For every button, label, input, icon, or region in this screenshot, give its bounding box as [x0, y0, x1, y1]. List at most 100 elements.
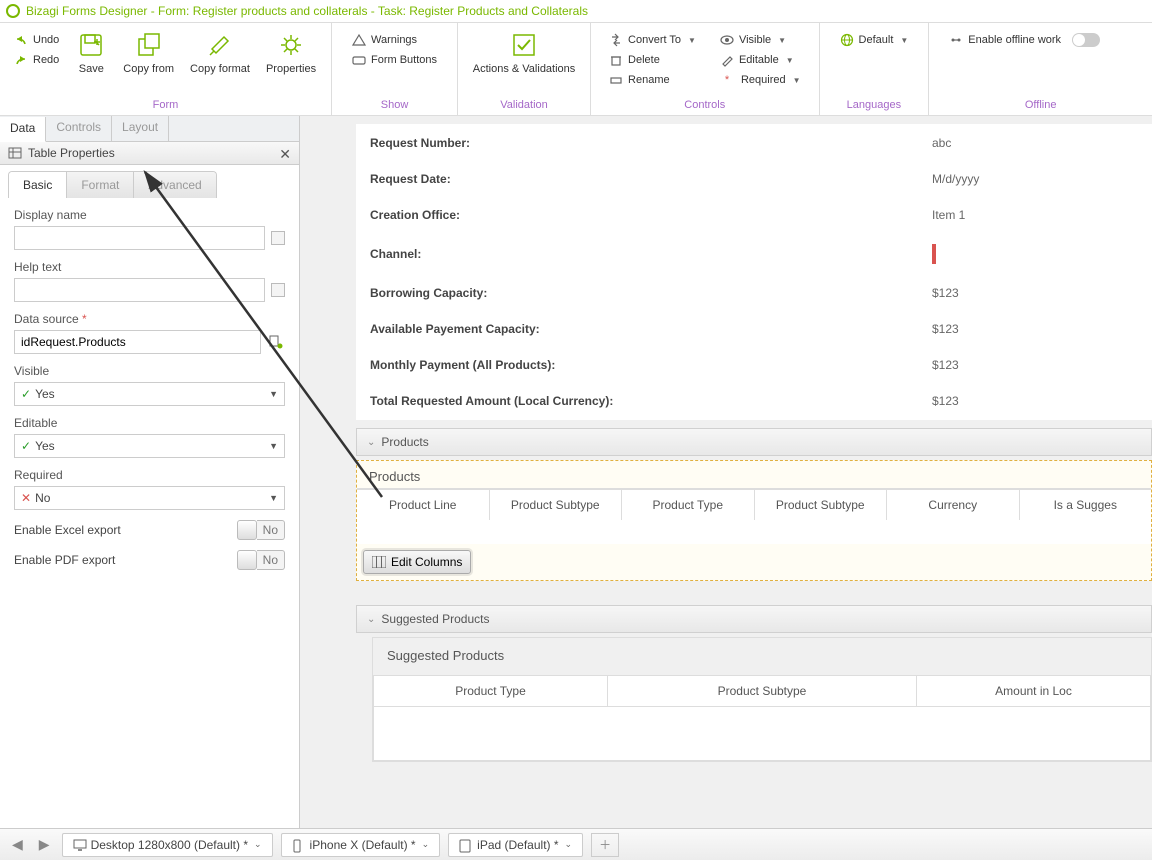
data-source-picker-icon[interactable]: [267, 333, 285, 351]
group-validation-caption: Validation: [458, 97, 590, 115]
warnings-button[interactable]: Warnings: [348, 31, 441, 49]
tab-data[interactable]: Data: [0, 117, 46, 142]
properties-label: Properties: [266, 63, 316, 76]
delete-label: Delete: [628, 54, 660, 66]
grid-column-header[interactable]: Product Subtype: [490, 490, 623, 520]
grid-column-header[interactable]: Currency: [887, 490, 1020, 520]
chevron-down-icon[interactable]: ⌄: [422, 839, 430, 850]
field-value[interactable]: abc: [920, 126, 1152, 160]
footer-prev-icon[interactable]: ◀: [8, 836, 27, 853]
field-value[interactable]: M/d/yyyy: [920, 162, 1152, 196]
visible-button[interactable]: Visible▼: [716, 31, 805, 49]
products-grid-body: [357, 520, 1151, 544]
suggested-section-title: Suggested Products: [381, 612, 489, 626]
edit-columns-button[interactable]: Edit Columns: [363, 550, 471, 574]
grid-column-header[interactable]: Product Type: [374, 676, 608, 706]
prop-tab-basic[interactable]: Basic: [9, 172, 67, 198]
device-tab-label: iPad (Default) *: [477, 838, 558, 852]
required-label: Required: [741, 74, 786, 86]
side-panel: Data Controls Layout Table Properties ✕ …: [0, 116, 300, 828]
redo-label: Redo: [33, 54, 59, 66]
delete-button[interactable]: Delete: [605, 51, 700, 69]
convert-to-button[interactable]: Convert To▼: [605, 31, 700, 49]
default-language-button[interactable]: Default▼: [836, 31, 913, 49]
products-section-header[interactable]: ⌄Products: [356, 428, 1152, 456]
device-tab[interactable]: iPad (Default) * ⌄: [448, 833, 583, 857]
suggested-grid-body: [373, 707, 1151, 761]
offline-toggle-icon[interactable]: [1072, 33, 1100, 47]
grid-column-header[interactable]: Is a Sugges: [1020, 490, 1152, 520]
field-label: Request Date:: [358, 162, 918, 196]
required-select[interactable]: ✕No▼: [14, 486, 285, 510]
copy-from-label: Copy from: [123, 63, 174, 76]
rename-label: Rename: [628, 74, 670, 86]
rename-button[interactable]: Rename: [605, 71, 700, 89]
close-icon[interactable]: ✕: [279, 146, 291, 163]
field-value[interactable]: $123: [920, 276, 1152, 310]
editable-button[interactable]: Editable▼: [716, 51, 805, 69]
field-label: Borrowing Capacity:: [358, 276, 918, 310]
field-value[interactable]: Item 1: [920, 198, 1152, 232]
actions-validations-button[interactable]: Actions & Validations: [464, 25, 584, 80]
field-value[interactable]: $123: [920, 384, 1152, 418]
copy-format-label: Copy format: [190, 63, 250, 76]
editable-select[interactable]: ✓Yes▼: [14, 434, 285, 458]
field-value[interactable]: $123: [920, 348, 1152, 382]
form-buttons-button[interactable]: Form Buttons: [348, 51, 441, 69]
device-tab[interactable]: Desktop 1280x800 (Default) *⌄: [62, 833, 273, 857]
device-tab[interactable]: iPhone X (Default) * ⌄: [281, 833, 441, 857]
chevron-down-icon: ⌄: [367, 437, 375, 448]
pdf-export-toggle[interactable]: [237, 550, 257, 570]
suggested-grid-header: Product TypeProduct SubtypeAmount in Loc: [373, 675, 1151, 707]
prop-tab-advanced[interactable]: Advanced: [134, 172, 215, 198]
chevron-down-icon[interactable]: ⌄: [565, 839, 573, 850]
visible-label: Visible: [739, 34, 771, 46]
ribbon: Undo Redo Save Copy from Copy format Pro…: [0, 22, 1152, 116]
properties-button[interactable]: Properties: [258, 25, 324, 80]
add-device-button[interactable]: ＋: [591, 833, 619, 857]
visible-select[interactable]: ✓Yes▼: [14, 382, 285, 406]
prop-tab-format[interactable]: Format: [67, 172, 134, 198]
excel-export-toggle[interactable]: [237, 520, 257, 540]
save-button[interactable]: Save: [67, 25, 115, 80]
warnings-label: Warnings: [371, 34, 417, 46]
tab-layout[interactable]: Layout: [112, 116, 169, 141]
chevron-down-icon[interactable]: ⌄: [254, 839, 262, 850]
grid-column-header[interactable]: Product Subtype: [608, 676, 917, 706]
required-button[interactable]: *Required▼: [716, 71, 805, 89]
grid-column-header[interactable]: Product Line: [357, 490, 490, 520]
footer-next-icon[interactable]: ▶: [35, 836, 54, 853]
device-icon: [459, 839, 471, 851]
window-title: Bizagi Forms Designer - Form: Register p…: [26, 4, 588, 18]
grid-column-header[interactable]: Product Subtype: [755, 490, 888, 520]
editable-label: Editable: [739, 54, 779, 66]
field-label: Request Number:: [358, 126, 918, 160]
field-value[interactable]: $123: [920, 312, 1152, 346]
redo-button[interactable]: Redo: [10, 51, 63, 69]
field-label: Available Payement Capacity:: [358, 312, 918, 346]
enable-offline-label: Enable offline work: [968, 34, 1061, 46]
enable-offline-button[interactable]: Enable offline work: [945, 31, 1104, 49]
grid-column-header[interactable]: Product Type: [622, 490, 755, 520]
copy-from-button[interactable]: Copy from: [115, 25, 182, 80]
pdf-export-value: No: [257, 550, 285, 570]
field-value[interactable]: [920, 234, 1152, 274]
help-text-input[interactable]: [14, 278, 265, 302]
display-name-input[interactable]: [14, 226, 265, 250]
form-canvas[interactable]: Request Number:abcRequest Date:M/d/yyyy C…: [300, 116, 1152, 828]
suggested-section-header[interactable]: ⌄Suggested Products: [356, 605, 1152, 633]
display-name-checkbox[interactable]: [271, 231, 285, 245]
group-form-caption: Form: [0, 97, 331, 115]
device-icon: [292, 839, 304, 851]
group-controls-caption: Controls: [591, 97, 818, 115]
undo-button[interactable]: Undo: [10, 31, 63, 49]
display-name-label: Display name: [14, 208, 285, 222]
device-tab-label: iPhone X (Default) *: [310, 838, 416, 852]
help-text-checkbox[interactable]: [271, 283, 285, 297]
data-source-label: Data source *: [14, 312, 285, 326]
default-language-label: Default: [859, 34, 894, 46]
tab-controls[interactable]: Controls: [46, 116, 112, 141]
grid-column-header[interactable]: Amount in Loc: [917, 676, 1150, 706]
data-source-input[interactable]: [14, 330, 261, 354]
copy-format-button[interactable]: Copy format: [182, 25, 258, 80]
